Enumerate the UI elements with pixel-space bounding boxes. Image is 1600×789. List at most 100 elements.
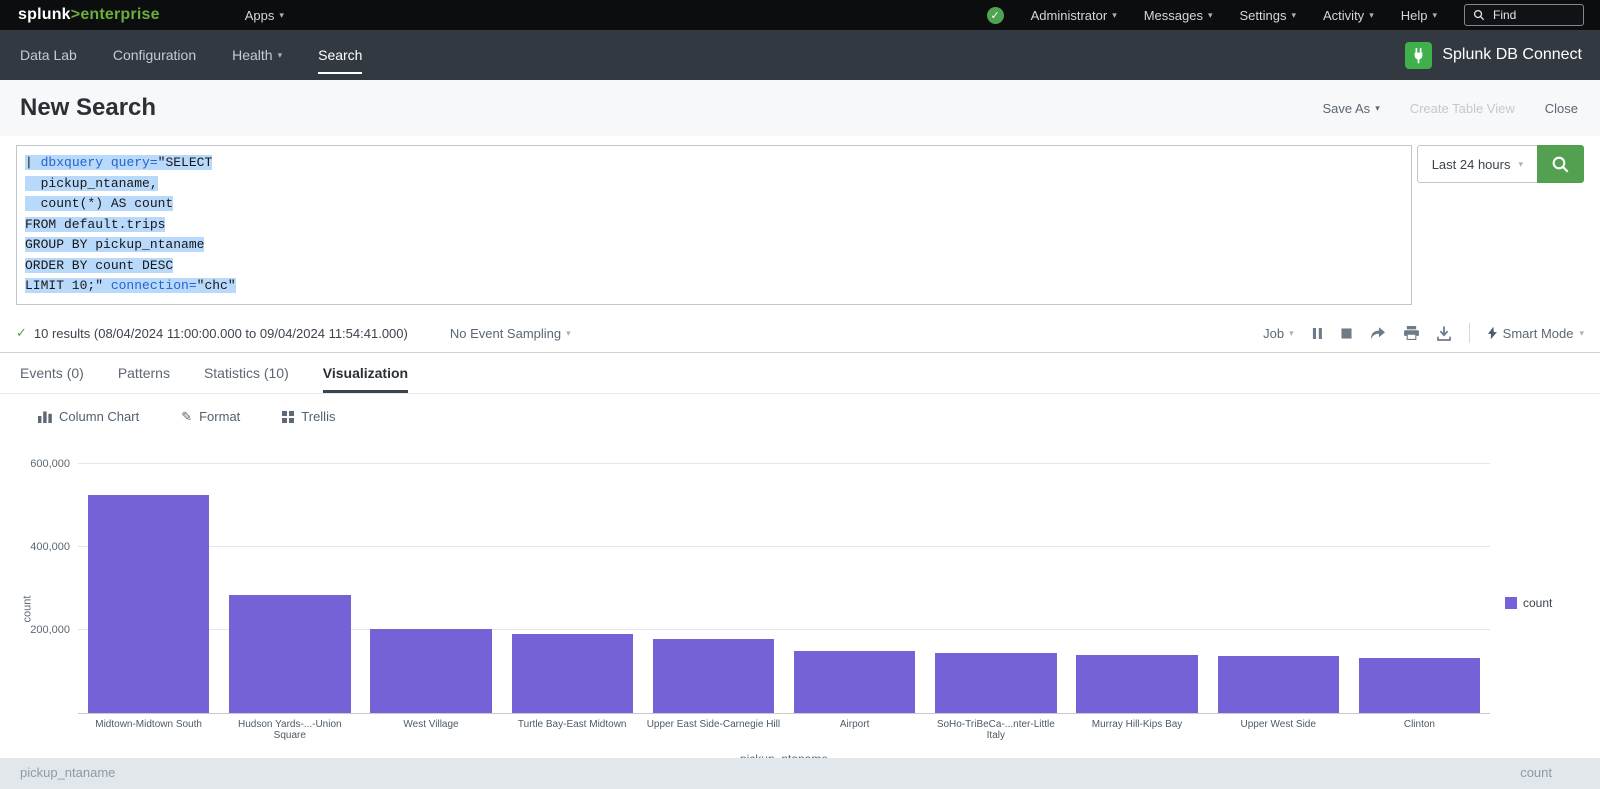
chart-bar-10[interactable]: [1359, 658, 1480, 714]
app-navbar: Data Lab Configuration Health▾Search Splun…: [0, 30, 1600, 80]
time-range-picker[interactable]: Last 24 hours ▾: [1417, 145, 1538, 183]
appbar-item-configuration[interactable]: Configuration: [95, 30, 214, 80]
pause-button[interactable]: [1312, 327, 1323, 340]
share-icon: [1370, 326, 1386, 340]
x-axis-line: [78, 713, 1490, 714]
x-tick-label: West Village: [360, 719, 501, 741]
chart-bar-4[interactable]: [512, 634, 633, 714]
tab-label: Statistics (10): [204, 365, 289, 381]
share-button[interactable]: [1370, 326, 1386, 340]
chevron-down-icon: ▾: [279, 11, 284, 20]
app-name-label: Splunk DB Connect: [1442, 46, 1582, 64]
tab-events[interactable]: Events (0): [20, 353, 84, 393]
app-identity[interactable]: Splunk DB Connect: [1405, 42, 1600, 69]
messages-menu[interactable]: Messages ▾: [1144, 8, 1213, 23]
format-button[interactable]: ✎ Format: [181, 409, 240, 425]
tab-visualization[interactable]: Visualization: [323, 353, 408, 393]
y-axis-title: count: [21, 595, 33, 622]
job-menu[interactable]: Job ▾: [1263, 326, 1294, 341]
chart-bar-1[interactable]: [88, 495, 209, 714]
column-header-count[interactable]: count: [1520, 765, 1552, 780]
chart-type-button[interactable]: Column Chart: [38, 409, 139, 424]
column-header-pickup-ntaname[interactable]: pickup_ntaname: [20, 765, 115, 780]
x-tick-label: Murray Hill-Kips Bay: [1066, 719, 1207, 741]
splunk-topbar: splunk>enterprise Apps ▾ ✓ Administrator…: [0, 0, 1600, 30]
close-button[interactable]: Close: [1545, 101, 1578, 116]
chart-bar-9[interactable]: [1218, 656, 1339, 714]
bar-slot: [643, 453, 784, 714]
appbar-item-search[interactable]: Search: [300, 30, 380, 80]
x-tick-label: Midtown-Midtown South: [78, 719, 219, 741]
search-query-input[interactable]: | dbxquery query="SELECT pickup_ntaname,…: [16, 145, 1412, 305]
apps-menu-label: Apps: [245, 8, 275, 23]
appbar-item-data-lab[interactable]: Data Lab: [2, 30, 95, 80]
run-search-button[interactable]: [1537, 145, 1584, 183]
bar-slot: [784, 453, 925, 714]
chevron-down-icon: ▾: [1289, 329, 1294, 338]
divider: [1469, 323, 1470, 343]
appbar-item-label: Configuration: [113, 47, 196, 63]
x-tick-label: Upper East Side-Carnegie Hill: [643, 719, 784, 741]
trellis-button[interactable]: Trellis: [282, 409, 335, 424]
chart-bar-8[interactable]: [1076, 655, 1197, 714]
query-line: FROM default.trips: [25, 215, 1403, 236]
export-button[interactable]: [1437, 326, 1451, 341]
y-tick-label: 600,000: [30, 458, 70, 470]
help-label: Help: [1401, 8, 1428, 23]
smart-mode-bolt-icon: [1488, 326, 1497, 340]
save-as-button[interactable]: Save As ▾: [1322, 101, 1379, 116]
appbar-item-label: Data Lab: [20, 47, 77, 63]
x-tick-label: Airport: [784, 719, 925, 741]
stop-button[interactable]: [1341, 328, 1352, 339]
chart-bar-6[interactable]: [794, 651, 915, 714]
chart-bar-7[interactable]: [935, 653, 1056, 714]
messages-label: Messages: [1144, 8, 1203, 23]
appbar-item-health[interactable]: Health▾: [214, 30, 300, 80]
bar-slot: [1208, 453, 1349, 714]
chart-legend[interactable]: count: [1505, 596, 1552, 610]
event-sampling-menu[interactable]: No Event Sampling ▾: [450, 326, 571, 341]
print-button[interactable]: [1404, 326, 1419, 340]
chevron-down-icon: ▾: [1375, 104, 1380, 113]
time-range-label: Last 24 hours: [1432, 157, 1511, 172]
appbar-nav: Data Lab Configuration Health▾Search: [0, 30, 380, 80]
chart-bar-5[interactable]: [653, 639, 774, 714]
chevron-down-icon: ▾: [1432, 11, 1437, 20]
settings-menu[interactable]: Settings ▾: [1240, 8, 1297, 23]
logo-product-text: >enterprise: [71, 6, 160, 23]
create-table-view-button[interactable]: Create Table View: [1410, 101, 1515, 116]
query-line: count(*) AS count: [25, 194, 1403, 215]
y-tick-label: 400,000: [30, 541, 70, 553]
job-controls: Job ▾ Smart Mode ▾: [1263, 323, 1584, 343]
tab-label: Patterns: [118, 365, 170, 381]
find-input[interactable]: [1491, 7, 1571, 23]
health-status-icon[interactable]: ✓: [987, 7, 1004, 24]
find-search-box[interactable]: [1464, 4, 1584, 26]
x-tick-label: Hudson Yards-...-Union Square: [219, 719, 360, 741]
trellis-label: Trellis: [301, 409, 335, 424]
header-actions: Save As ▾ Create Table View Close: [1322, 101, 1600, 116]
logo-splunk-text: splunk: [18, 6, 71, 23]
stop-icon: [1341, 328, 1352, 339]
chart-bar-2[interactable]: [229, 595, 350, 714]
help-menu[interactable]: Help ▾: [1401, 8, 1437, 23]
apps-menu[interactable]: Apps ▾: [245, 8, 284, 23]
job-status-bar: ✓ 10 results (08/04/2024 11:00:00.000 to…: [0, 315, 1600, 353]
tab-patterns[interactable]: Patterns: [118, 353, 170, 393]
chart-bar-3[interactable]: [370, 629, 491, 714]
tab-statistics[interactable]: Statistics (10): [204, 353, 289, 393]
administrator-menu[interactable]: Administrator ▾: [1031, 8, 1117, 23]
print-icon: [1404, 326, 1419, 340]
tab-label: Events (0): [20, 365, 84, 381]
bar-slot: [1349, 453, 1490, 714]
splunk-logo[interactable]: splunk>enterprise: [0, 6, 160, 24]
search-bar-row: | dbxquery query="SELECT pickup_ntaname,…: [0, 136, 1600, 315]
activity-menu[interactable]: Activity ▾: [1323, 8, 1374, 23]
chevron-down-icon: ▾: [1208, 11, 1213, 20]
create-table-view-label: Create Table View: [1410, 101, 1515, 116]
bar-slot: [219, 453, 360, 714]
pencil-icon: ✎: [181, 409, 192, 425]
bars-row: [78, 453, 1490, 714]
topbar-right: ✓ Administrator ▾ Messages ▾ Settings ▾ …: [987, 4, 1600, 26]
search-mode-menu[interactable]: Smart Mode ▾: [1488, 326, 1584, 341]
